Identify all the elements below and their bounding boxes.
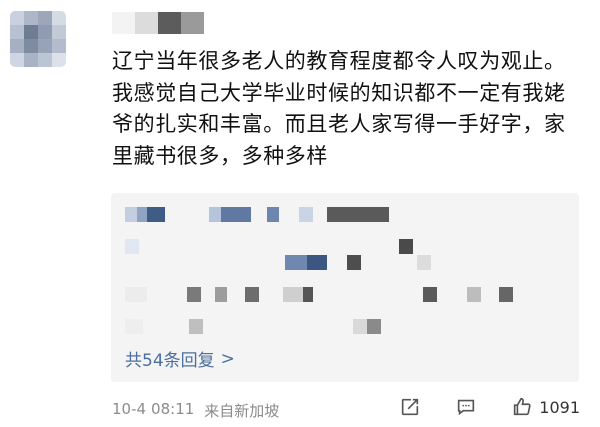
edit-icon bbox=[402, 398, 419, 416]
comment-location: 来自新加坡 bbox=[204, 402, 280, 420]
comment-time: 08:11 bbox=[151, 400, 195, 418]
like-count: 1091 bbox=[539, 397, 580, 417]
reply-preview-box[interactable]: 共54条回复 > bbox=[111, 193, 579, 382]
comment-meta: 10-4 08:11 来自新加坡 bbox=[112, 400, 279, 421]
avatar[interactable] bbox=[10, 11, 66, 67]
view-replies-link[interactable]: 共54条回复 > bbox=[125, 346, 235, 372]
blurred-reply-line bbox=[125, 287, 513, 302]
comment-icon bbox=[458, 399, 475, 416]
username[interactable] bbox=[112, 12, 204, 34]
blurred-reply-line bbox=[125, 255, 431, 270]
like-button[interactable]: 1091 bbox=[511, 396, 580, 418]
share-button[interactable] bbox=[399, 396, 421, 418]
thumbs-up-icon bbox=[514, 397, 531, 416]
chevron-right-icon: > bbox=[220, 348, 235, 369]
comment-button[interactable] bbox=[455, 396, 477, 418]
blurred-reply-line bbox=[125, 319, 381, 334]
blurred-reply-line bbox=[125, 207, 389, 222]
comment-actions: 1091 bbox=[399, 396, 580, 418]
reply-count-label: 共54条回复 bbox=[125, 351, 215, 371]
comment-date: 10-4 bbox=[112, 400, 147, 418]
comment-text: 辽宁当年很多老人的教育程度都令人叹为观止。我感觉自己大学毕业时候的知识都不一定有… bbox=[112, 49, 566, 168]
blurred-reply-line bbox=[125, 239, 413, 254]
